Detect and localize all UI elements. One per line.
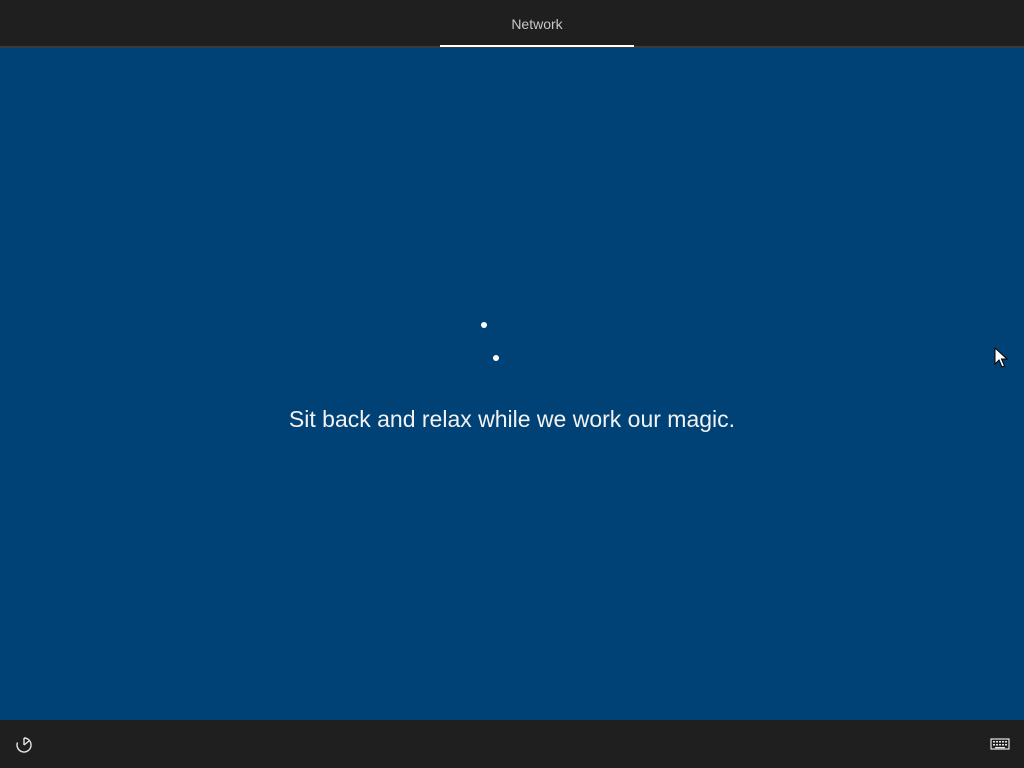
status-message: Sit back and relax while we work our mag…: [288, 406, 736, 432]
keyboard-icon[interactable]: [990, 736, 1010, 752]
spinner-dot: [481, 322, 487, 328]
bottom-bar: [0, 720, 1024, 768]
spinner-dot: [493, 355, 499, 361]
mouse-cursor-icon: [994, 347, 1008, 368]
ease-of-access-icon[interactable]: [14, 735, 34, 755]
tab-active-indicator: [440, 45, 634, 47]
tab-network: Network: [511, 16, 563, 32]
setup-screen: Network Sit back and relax while we work…: [0, 0, 1024, 768]
loading-spinner: [472, 315, 508, 365]
top-bar: Network: [0, 0, 1024, 48]
